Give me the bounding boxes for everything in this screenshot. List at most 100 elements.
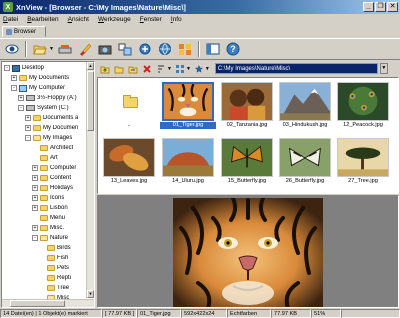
- tree-vertical-scrollbar[interactable]: ▲ ▼: [86, 62, 94, 298]
- tree-expander-toggle[interactable]: -: [11, 85, 17, 91]
- favorite-dropdown-arrow[interactable]: ▼: [205, 66, 210, 72]
- tree-item[interactable]: + Documents a: [2, 113, 88, 123]
- view-mode-icon[interactable]: [174, 63, 186, 75]
- xnview-app-icon[interactable]: X: [3, 2, 13, 12]
- help-icon[interactable]: ?: [224, 40, 242, 58]
- thumbnail-item[interactable]: 03_Hindukush.jpg: [277, 80, 333, 132]
- thumbnail-item[interactable]: 13_Leaves.jpg: [101, 136, 157, 188]
- open-dropdown-arrow[interactable]: ▼: [49, 46, 54, 52]
- tree-expander-toggle[interactable]: +: [32, 195, 38, 201]
- tree-expander-toggle[interactable]: +: [11, 75, 17, 81]
- menu-werkzeuge[interactable]: Werkzeuge: [98, 16, 131, 23]
- close-button[interactable]: ✕: [387, 2, 398, 12]
- tree-item[interactable]: + Content: [2, 173, 88, 183]
- tree-item[interactable]: Repti: [2, 273, 88, 283]
- copy-to-icon[interactable]: [127, 63, 139, 75]
- tree-scroll-thumb[interactable]: [87, 71, 94, 131]
- eye-icon[interactable]: [3, 40, 21, 58]
- thumbnail-item[interactable]: 27_Tree.jpg: [335, 136, 391, 188]
- convert-icon[interactable]: [116, 40, 134, 58]
- thumbnail-item[interactable]: 26_Butterfly.jpg: [277, 136, 333, 188]
- menu-bearbeiten[interactable]: Bearbeiten: [27, 16, 58, 23]
- menu-fenster[interactable]: Fenster: [140, 16, 162, 23]
- restore-button[interactable]: ❐: [375, 2, 386, 12]
- tree-item[interactable]: - My Images: [2, 133, 88, 143]
- tree-item[interactable]: + My Documents: [2, 73, 88, 83]
- thumbnail-item[interactable]: 02_Tanzania.jpg: [219, 80, 275, 132]
- tree-expander-toggle[interactable]: +: [32, 205, 38, 211]
- tree-hscroll-thumb[interactable]: [10, 300, 65, 307]
- tree-item[interactable]: Art: [2, 153, 88, 163]
- thumbnail-label: 15_Butterfly.jpg: [227, 178, 267, 184]
- tree-item[interactable]: + Misc.: [2, 223, 88, 233]
- camera-icon[interactable]: [96, 40, 114, 58]
- new-folder-icon[interactable]: [113, 63, 125, 75]
- favorite-icon[interactable]: [193, 63, 205, 75]
- tree-item[interactable]: + My Documen: [2, 123, 88, 133]
- web-icon[interactable]: [156, 40, 174, 58]
- status-extra: [341, 309, 400, 318]
- tree-expander-toggle[interactable]: -: [32, 235, 38, 241]
- tree-item[interactable]: - Desktop: [2, 63, 88, 73]
- tree-item[interactable]: Tree: [2, 283, 88, 293]
- delete-icon[interactable]: [141, 63, 153, 75]
- brush-icon[interactable]: [76, 40, 94, 58]
- gear-icon[interactable]: [136, 40, 154, 58]
- tree-item[interactable]: - My Computer: [2, 83, 88, 93]
- tree-expander-toggle[interactable]: +: [32, 175, 38, 181]
- main-toolbar: ▼ ?: [0, 38, 400, 60]
- tree-expander-toggle[interactable]: -: [18, 105, 24, 111]
- thumbnail-item[interactable]: 12_Peacock.jpg: [335, 80, 391, 132]
- tree-expander-toggle[interactable]: -: [25, 135, 31, 141]
- menu-datei[interactable]: Datei: [3, 16, 18, 23]
- tree-item[interactable]: + Icons: [2, 193, 88, 203]
- path-field[interactable]: C:\My Images\Nature\Misc\: [214, 63, 378, 74]
- scanner-icon[interactable]: [56, 40, 74, 58]
- thumbnail-item[interactable]: 15_Butterfly.jpg: [219, 136, 275, 188]
- thumbnail-image: [162, 138, 214, 177]
- tree-item[interactable]: - System (C:): [2, 103, 88, 113]
- tree-expander-toggle[interactable]: +: [25, 125, 31, 131]
- sort-icon[interactable]: [155, 63, 167, 75]
- sort-dropdown-arrow[interactable]: ▼: [167, 66, 172, 72]
- thumbnail-label: 27_Tree.jpg: [348, 178, 378, 184]
- tree-item[interactable]: - Nature: [2, 233, 88, 243]
- open-folder-icon[interactable]: [31, 40, 49, 58]
- tree-item[interactable]: Pets: [2, 263, 88, 273]
- scroll-up-arrow[interactable]: ▲: [87, 62, 94, 70]
- panel-icon[interactable]: [204, 40, 222, 58]
- up-folder-icon[interactable]: [99, 63, 111, 75]
- mosaic-icon[interactable]: [176, 40, 194, 58]
- minimize-button[interactable]: _: [363, 2, 374, 12]
- tree-expander-toggle[interactable]: +: [32, 225, 38, 231]
- path-dropdown-button[interactable]: ▼: [379, 63, 388, 74]
- tree-item[interactable]: + Lisbon: [2, 203, 88, 213]
- tree-item[interactable]: +3½-Floppy (A:): [2, 93, 88, 103]
- tree-item[interactable]: + Holidays: [2, 183, 88, 193]
- tree-expander-toggle[interactable]: +: [32, 185, 38, 191]
- thumbnail-grid[interactable]: .. 01_Tiger.jpg 02_Tanzania.jpg 03_Hindukus…: [97, 77, 399, 194]
- menu-ansicht[interactable]: Ansicht: [68, 16, 89, 23]
- tree-item-label: Architect: [50, 145, 74, 151]
- view-dropdown-arrow[interactable]: ▼: [186, 66, 191, 72]
- tab-browser[interactable]: Browser: [2, 26, 46, 37]
- tree-item[interactable]: Menu: [2, 213, 88, 223]
- thumbnail-item[interactable]: 14_Uluru.jpg: [160, 136, 216, 188]
- tree-expander-toggle[interactable]: -: [4, 65, 10, 71]
- status-size: [ 77.97 KB ]: [102, 309, 137, 318]
- tree-expander-toggle[interactable]: +: [25, 115, 31, 121]
- tree-expander-toggle[interactable]: +: [18, 95, 24, 101]
- tree-item-label: Misc.: [50, 225, 64, 231]
- tree-item[interactable]: Fish: [2, 253, 88, 263]
- tree-item[interactable]: + Computer: [2, 163, 88, 173]
- scroll-down-arrow[interactable]: ▼: [87, 290, 94, 298]
- tree-item[interactable]: Architect: [2, 143, 88, 153]
- folder-tree-panel[interactable]: - Desktop + My Documents - My Computer +3½-Flo…: [1, 61, 95, 308]
- parent-folder-item[interactable]: ..: [101, 80, 157, 132]
- thumbnail-item[interactable]: 01_Tiger.jpg: [160, 80, 216, 132]
- tree-horizontal-scrollbar[interactable]: [2, 299, 94, 307]
- menu-info[interactable]: Info: [171, 16, 182, 23]
- tree-item[interactable]: Birds: [2, 243, 88, 253]
- tree-expander-toggle[interactable]: +: [32, 165, 38, 171]
- tree-item-label: Icons: [50, 195, 65, 201]
